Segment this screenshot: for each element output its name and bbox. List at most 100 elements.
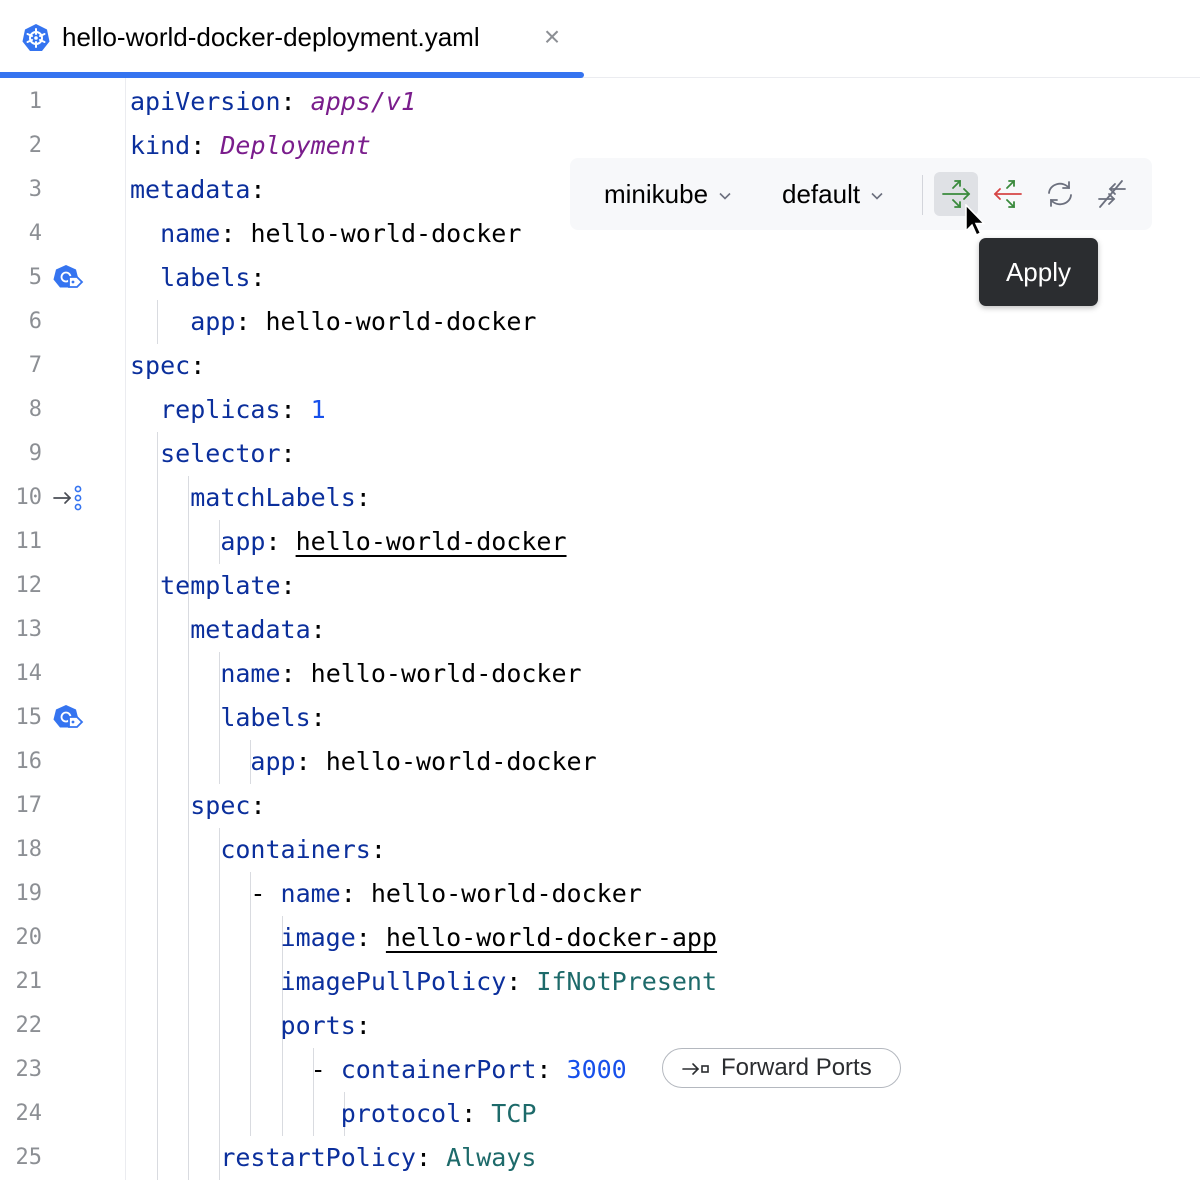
yaml-key: containers xyxy=(220,835,371,864)
toolbar-separator xyxy=(922,175,923,215)
line-number: 4 xyxy=(28,221,42,246)
yaml-key: matchLabels xyxy=(190,483,356,512)
chevron-down-icon xyxy=(719,193,731,200)
yaml-key: containerPort xyxy=(340,1055,537,1084)
code-text: protocol: TCP xyxy=(340,1099,537,1128)
code-line: 1 apiVersion: apps/v1 xyxy=(0,80,1200,124)
port-forward-icon xyxy=(682,1063,709,1075)
yaml-key: labels xyxy=(160,263,251,292)
line-number: 15 xyxy=(15,705,43,730)
refresh-button[interactable] xyxy=(1038,172,1082,216)
yaml-key: apiVersion xyxy=(130,87,281,116)
line-number: 10 xyxy=(15,485,43,510)
line-number: 5 xyxy=(28,265,42,290)
code-text: app: hello-world-docker xyxy=(220,527,567,556)
yaml-key: replicas xyxy=(160,395,281,424)
forward-ports-label: Forward Ports xyxy=(721,1054,872,1081)
code-text: metadata: xyxy=(190,615,326,644)
code-text: app: hello-world-docker xyxy=(190,307,537,336)
yaml-key: name xyxy=(220,659,281,688)
line-number: 6 xyxy=(28,309,42,334)
line-number: 9 xyxy=(28,441,42,466)
code-line: 24 protocol: TCP xyxy=(0,1092,1200,1136)
code-text: selector: xyxy=(160,439,296,468)
forward-ports-button[interactable]: Forward Ports xyxy=(662,1048,901,1088)
yaml-value: hello-world-docker xyxy=(370,879,642,908)
line-number: 20 xyxy=(15,925,43,950)
code-line: 9 selector: xyxy=(0,432,1200,476)
code-text: containers: xyxy=(220,835,386,864)
line-number: 24 xyxy=(15,1101,43,1126)
code-line: 10 matchLabels: xyxy=(0,476,1200,520)
line-number: 7 xyxy=(28,353,42,378)
yaml-key: name xyxy=(280,879,341,908)
yaml-key: ports xyxy=(280,1011,356,1040)
code-text: labels: xyxy=(220,703,326,732)
kubernetes-icon xyxy=(22,24,50,51)
code-text: ports: xyxy=(280,1011,371,1040)
code-text: - containerPort: 3000 xyxy=(310,1055,627,1084)
label-selector-icon[interactable] xyxy=(52,264,84,292)
line-number: 11 xyxy=(15,529,43,554)
yaml-key: image xyxy=(280,923,356,952)
line-number: 16 xyxy=(15,749,43,774)
code-text: spec: xyxy=(190,791,266,820)
yaml-key: app xyxy=(190,307,236,336)
namespace-dropdown[interactable]: default xyxy=(782,176,884,212)
line-number: 3 xyxy=(28,177,42,202)
mouse-pointer-icon xyxy=(965,204,986,237)
code-line: 19 - name: hello-world-docker xyxy=(0,872,1200,916)
navigate-to-pods-icon[interactable] xyxy=(52,484,84,512)
yaml-value: hello-world-docker xyxy=(250,219,522,248)
code-text: template: xyxy=(160,571,296,600)
code-line: 12 template: xyxy=(0,564,1200,608)
code-line: 14 name: hello-world-docker xyxy=(0,652,1200,696)
yaml-value[interactable]: hello-world-docker-app xyxy=(386,923,717,952)
code-line: 21 imagePullPolicy: IfNotPresent xyxy=(0,960,1200,1004)
code-line: 7 spec: xyxy=(0,344,1200,388)
line-number: 25 xyxy=(15,1145,43,1170)
line-number: 8 xyxy=(28,397,42,422)
code-line: 22 ports: xyxy=(0,1004,1200,1048)
editor-tab[interactable]: hello-world-docker-deployment.yaml × xyxy=(0,0,584,78)
yaml-key: kind xyxy=(130,131,191,160)
yaml-value[interactable]: hello-world-docker xyxy=(296,527,567,556)
editor-tab-bar: hello-world-docker-deployment.yaml × xyxy=(0,0,1200,78)
code-line: 23 - containerPort: 3000 xyxy=(0,1048,1200,1092)
line-number: 12 xyxy=(15,573,43,598)
code-text: spec: xyxy=(130,351,206,380)
yaml-key: metadata xyxy=(190,615,311,644)
reload-from-cluster-button[interactable] xyxy=(986,172,1030,216)
namespace-label: default xyxy=(782,179,861,209)
label-selector-icon[interactable] xyxy=(52,704,84,732)
code-line: 20 image: hello-world-docker-app xyxy=(0,916,1200,960)
refresh-icon xyxy=(1048,181,1072,207)
code-text: imagePullPolicy: IfNotPresent xyxy=(280,967,718,996)
code-line: 17 spec: xyxy=(0,784,1200,828)
close-icon[interactable]: × xyxy=(540,22,564,52)
line-number: 23 xyxy=(15,1057,43,1082)
yaml-value: apps/v1 xyxy=(310,87,416,116)
yaml-key: spec xyxy=(190,791,251,820)
code-text: matchLabels: xyxy=(190,483,371,512)
code-text: - name: hello-world-docker xyxy=(250,879,642,908)
yaml-key: name xyxy=(160,219,221,248)
yaml-value: TCP xyxy=(491,1099,537,1128)
code-line: 8 replicas: 1 xyxy=(0,388,1200,432)
code-text: image: hello-world-docker-app xyxy=(280,923,718,952)
compare-button[interactable] xyxy=(1090,172,1134,216)
yaml-value: hello-world-docker xyxy=(310,659,582,688)
context-dropdown[interactable]: minikube xyxy=(604,176,732,212)
reload-from-cluster-icon xyxy=(993,180,1022,208)
line-number: 2 xyxy=(28,133,42,158)
code-text: kind: Deployment xyxy=(130,131,371,160)
line-number: 13 xyxy=(15,617,43,642)
code-text: name: hello-world-docker xyxy=(160,219,522,248)
line-number: 21 xyxy=(15,969,43,994)
apply-tooltip: Apply xyxy=(979,238,1098,306)
line-number: 18 xyxy=(15,837,43,862)
yaml-key: labels xyxy=(220,703,311,732)
yaml-key: spec xyxy=(130,351,191,380)
yaml-value: hello-world-docker xyxy=(325,747,597,776)
code-text: labels: xyxy=(160,263,266,292)
